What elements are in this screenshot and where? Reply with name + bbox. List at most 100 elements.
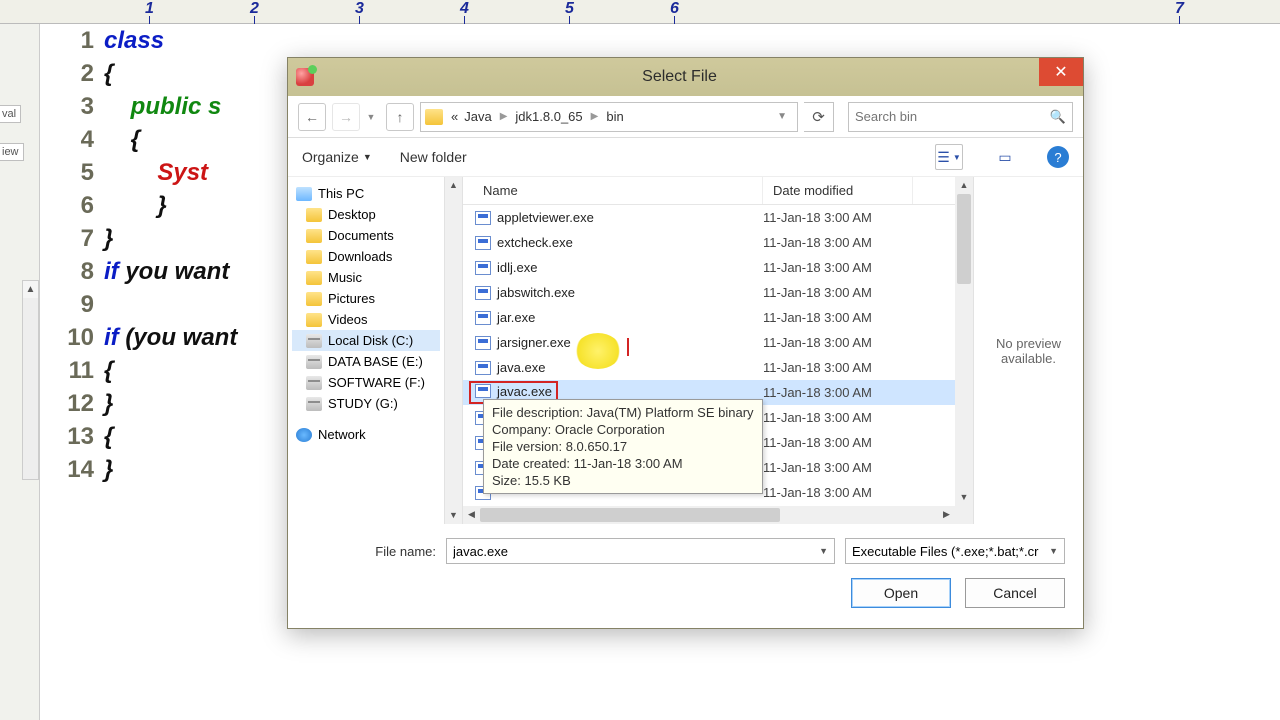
code-line[interactable]: }: [104, 189, 237, 222]
scroll-left-icon[interactable]: ◀: [463, 506, 480, 524]
scroll-up-icon[interactable]: ▲: [23, 281, 38, 298]
breadcrumb-dropdown-icon[interactable]: ▼: [771, 111, 793, 122]
file-date: 11-Jan-18 3:00 AM: [763, 235, 913, 250]
file-date: 11-Jan-18 3:00 AM: [763, 485, 913, 500]
forward-button[interactable]: →: [332, 103, 360, 131]
scroll-down-icon[interactable]: ▼: [955, 489, 973, 506]
code-line[interactable]: {: [104, 57, 237, 90]
filename-input[interactable]: [453, 544, 819, 559]
tree-node[interactable]: Network: [292, 424, 440, 445]
column-headers[interactable]: Name Date modified: [463, 177, 955, 205]
close-button[interactable]: ✕: [1039, 58, 1083, 86]
scroll-right-icon[interactable]: ▶: [938, 506, 955, 524]
chevron-down-icon[interactable]: ▼: [1049, 546, 1058, 556]
organize-menu[interactable]: Organize▼: [302, 149, 372, 165]
new-folder-button[interactable]: New folder: [400, 149, 467, 165]
tree-node[interactable]: SOFTWARE (F:): [292, 372, 440, 393]
breadcrumb-seg[interactable]: jdk1.8.0_65: [513, 107, 584, 126]
code-line[interactable]: {: [104, 123, 237, 156]
code-line[interactable]: }: [104, 387, 237, 420]
file-date: 11-Jan-18 3:00 AM: [763, 310, 913, 325]
scroll-up-icon[interactable]: ▲: [445, 177, 462, 194]
tree-node[interactable]: Downloads: [292, 246, 440, 267]
chevron-down-icon[interactable]: ▼: [819, 546, 828, 556]
column-date-modified[interactable]: Date modified: [763, 177, 913, 204]
tree-scrollbar[interactable]: ▲ ▼: [445, 177, 463, 524]
open-button[interactable]: Open: [851, 578, 951, 608]
code-line[interactable]: {: [104, 354, 237, 387]
nav-tree[interactable]: This PCDesktopDocumentsDownloadsMusicPic…: [288, 177, 445, 524]
tree-node[interactable]: Local Disk (C:): [292, 330, 440, 351]
code-line[interactable]: }: [104, 222, 237, 255]
file-row[interactable]: appletviewer.exe11-Jan-18 3:00 AM: [463, 205, 955, 230]
search-box[interactable]: 🔍: [848, 102, 1073, 132]
side-tab-1[interactable]: val: [0, 105, 21, 123]
ruler-tick: 1: [145, 0, 154, 18]
file-list-hscrollbar[interactable]: ◀ ▶: [463, 506, 955, 524]
breadcrumb-bar[interactable]: « Java ▶ jdk1.8.0_65 ▶ bin ▼: [420, 102, 798, 132]
file-row[interactable]: extcheck.exe11-Jan-18 3:00 AM: [463, 230, 955, 255]
tree-node[interactable]: Music: [292, 267, 440, 288]
history-dropdown-icon[interactable]: ▼: [366, 112, 376, 122]
file-type-filter[interactable]: Executable Files (*.exe;*.bat;*.cr ▼: [845, 538, 1065, 564]
folder-icon: [306, 229, 322, 243]
search-icon[interactable]: 🔍: [1050, 109, 1066, 125]
scrollbar-thumb[interactable]: [480, 508, 780, 522]
file-date: 11-Jan-18 3:00 AM: [763, 260, 913, 275]
side-tab-2[interactable]: iew: [0, 143, 24, 161]
filename-combo[interactable]: ▼: [446, 538, 835, 564]
side-scrollbar[interactable]: ▲: [22, 280, 39, 480]
code-line[interactable]: }: [104, 453, 237, 486]
scrollbar-thumb[interactable]: [957, 194, 971, 284]
line-number: 3: [45, 90, 100, 123]
code-line[interactable]: public s: [104, 90, 237, 123]
code-line[interactable]: class: [104, 24, 237, 57]
code-line[interactable]: {: [104, 420, 237, 453]
preview-pane-button[interactable]: ▭: [991, 144, 1019, 170]
tree-node[interactable]: Desktop: [292, 204, 440, 225]
tree-node[interactable]: This PC: [292, 183, 440, 204]
file-row[interactable]: java.exe11-Jan-18 3:00 AM: [463, 355, 955, 380]
file-name: jabswitch.exe: [497, 285, 575, 300]
line-number-gutter: 1234567891011121314: [45, 24, 100, 720]
up-button[interactable]: ↑: [386, 103, 414, 131]
cancel-button[interactable]: Cancel: [965, 578, 1065, 608]
help-button[interactable]: ?: [1047, 146, 1069, 168]
breadcrumb-seg[interactable]: Java: [462, 107, 493, 126]
scroll-down-icon[interactable]: ▼: [445, 507, 462, 524]
code-line[interactable]: if (you want: [104, 321, 237, 354]
column-name[interactable]: Name: [463, 177, 763, 204]
code-area[interactable]: class{ public s { Syst }}if you want if …: [104, 24, 237, 720]
code-line[interactable]: Syst: [104, 156, 237, 189]
file-list[interactable]: appletviewer.exe11-Jan-18 3:00 AMextchec…: [463, 205, 955, 506]
folder-icon: [425, 109, 443, 125]
tree-node[interactable]: Pictures: [292, 288, 440, 309]
tree-node[interactable]: Documents: [292, 225, 440, 246]
file-row[interactable]: jarsigner.exe11-Jan-18 3:00 AM: [463, 330, 955, 355]
file-list-vscrollbar[interactable]: ▲ ▼: [955, 177, 973, 524]
code-line[interactable]: [104, 288, 237, 321]
back-button[interactable]: ←: [298, 103, 326, 131]
file-row[interactable]: idlj.exe11-Jan-18 3:00 AM: [463, 255, 955, 280]
refresh-button[interactable]: ⟳: [804, 102, 834, 132]
file-date: 11-Jan-18 3:00 AM: [763, 410, 913, 425]
disk-icon: [306, 355, 322, 369]
view-mode-button[interactable]: ☰▼: [935, 144, 963, 170]
code-line[interactable]: if you want: [104, 255, 237, 288]
dialog-titlebar[interactable]: Select File ✕: [288, 58, 1083, 96]
file-row[interactable]: jabswitch.exe11-Jan-18 3:00 AM: [463, 280, 955, 305]
ruler-tick: 4: [460, 0, 469, 18]
tree-node[interactable]: STUDY (G:): [292, 393, 440, 414]
file-row[interactable]: jar.exe11-Jan-18 3:00 AM: [463, 305, 955, 330]
ruler-tick: 2: [250, 0, 259, 18]
folder-icon: [306, 292, 322, 306]
file-tooltip: File description: Java(TM) Platform SE b…: [483, 399, 763, 494]
breadcrumb-prefix[interactable]: «: [449, 107, 460, 126]
file-date: 11-Jan-18 3:00 AM: [763, 385, 913, 400]
search-input[interactable]: [855, 109, 1050, 124]
tree-node[interactable]: DATA BASE (E:): [292, 351, 440, 372]
breadcrumb-seg[interactable]: bin: [604, 107, 625, 126]
scroll-up-icon[interactable]: ▲: [955, 177, 973, 194]
app-icon: [296, 68, 314, 86]
tree-node[interactable]: Videos: [292, 309, 440, 330]
